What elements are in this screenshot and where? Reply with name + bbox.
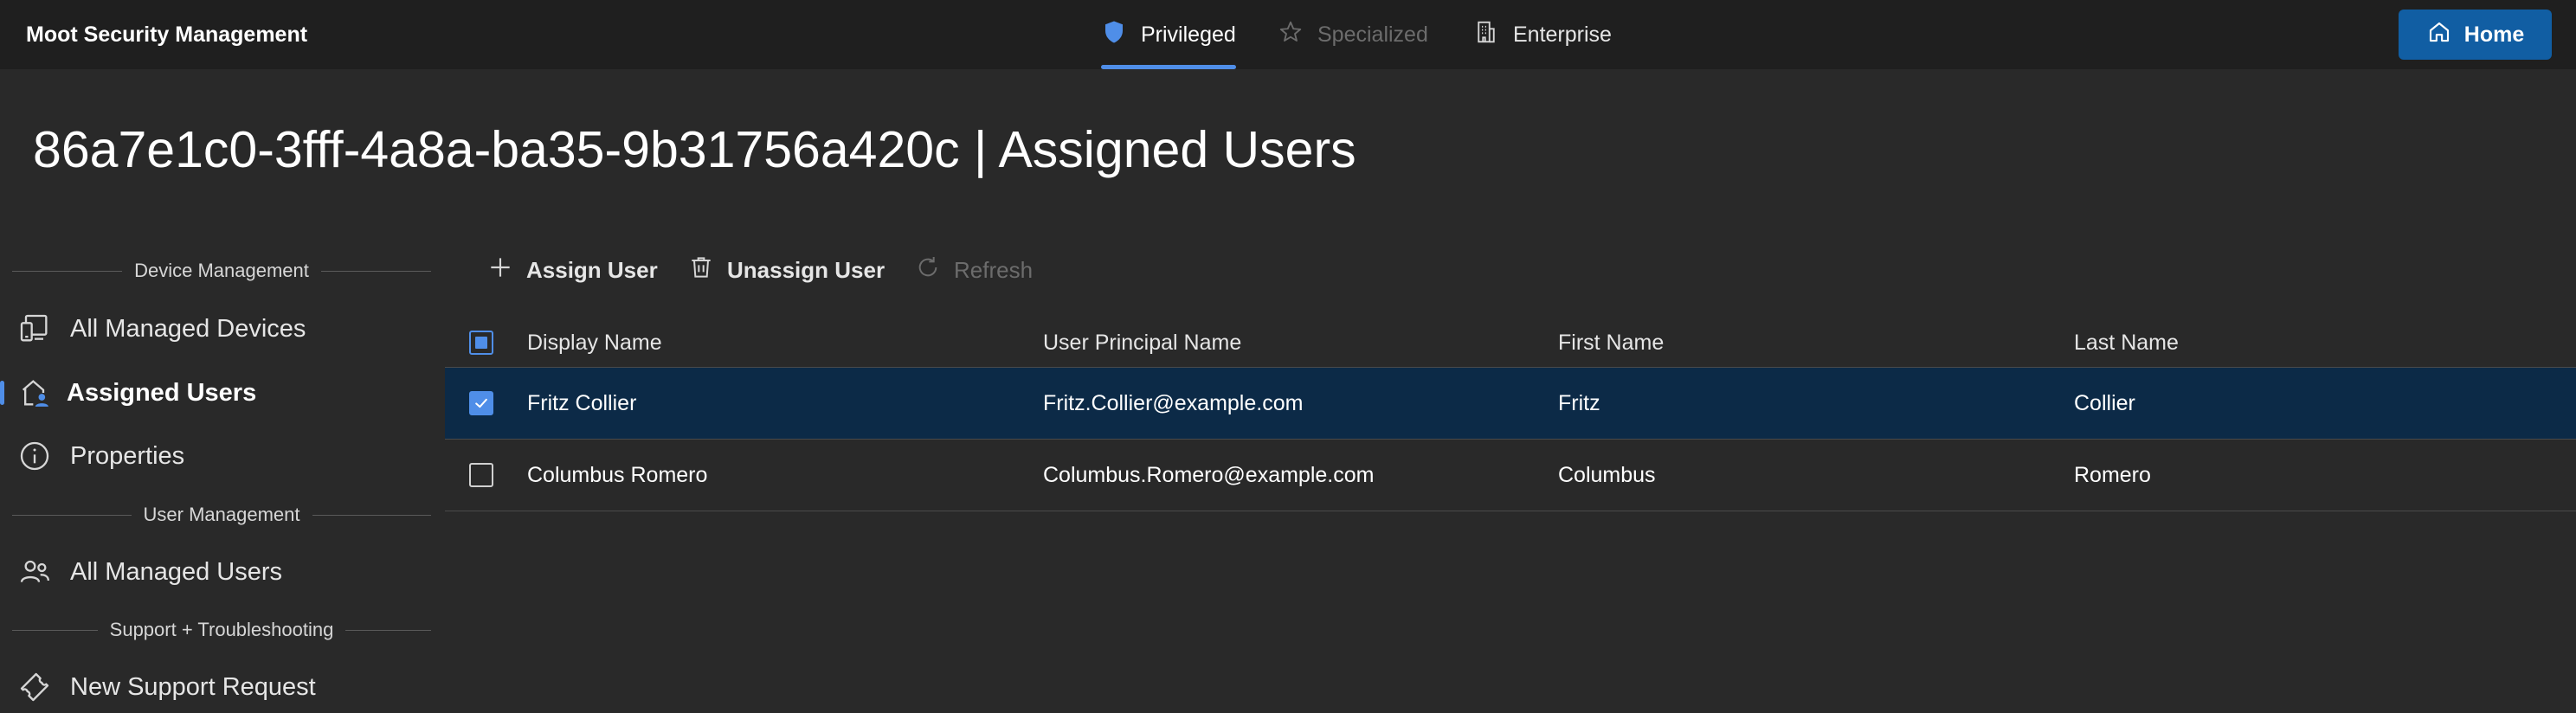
cell-user-principal-name: Columbus.Romero@example.com	[1043, 462, 1375, 487]
cell-last-name: Romero	[2074, 462, 2151, 487]
table-row[interactable]: Fritz Collier Fritz.Collier@example.com …	[445, 368, 2576, 440]
refresh-label: Refresh	[954, 256, 1034, 283]
home-button-label: Home	[2463, 22, 2525, 47]
divider	[320, 270, 431, 272]
checkmark-icon	[475, 398, 487, 408]
select-all-checkbox[interactable]	[469, 331, 493, 355]
home-person-icon	[17, 376, 52, 410]
divider	[12, 270, 123, 272]
divider	[12, 629, 98, 631]
sidebar-item-label: All Managed Devices	[70, 314, 306, 343]
page-title: 86a7e1c0-3fff-4a8a-ba35-9b31756a420c | A…	[33, 121, 1356, 178]
row-checkbox[interactable]	[469, 391, 493, 415]
row-checkbox[interactable]	[469, 463, 493, 487]
sidebar-item-label: All Managed Users	[70, 557, 282, 586]
sidebar-item-assigned-users[interactable]: Assigned Users	[0, 367, 441, 419]
refresh-icon	[914, 254, 942, 287]
divider	[345, 629, 431, 631]
sidebar-item-all-managed-devices[interactable]: All Managed Devices	[0, 303, 441, 355]
column-header-first-name[interactable]: First Name	[1558, 318, 1664, 367]
unassign-user-button[interactable]: Unassign User	[687, 251, 885, 289]
column-header-last-name[interactable]: Last Name	[2074, 318, 2179, 367]
tab-specialized[interactable]: Specialized	[1278, 0, 1428, 69]
top-bar: Moot Security Management Privileged Spec…	[0, 0, 2576, 69]
shield-icon	[1101, 19, 1127, 51]
add-icon	[486, 254, 514, 287]
sidebar-item-label: New Support Request	[70, 672, 316, 701]
tab-label: Specialized	[1317, 22, 1428, 47]
cell-display-name: Fritz Collier	[527, 390, 637, 415]
assign-user-label: Assign User	[526, 256, 658, 283]
refresh-button[interactable]: Refresh	[914, 251, 1033, 289]
cell-first-name: Fritz	[1558, 390, 1600, 415]
section-header-device-management: Device Management	[12, 258, 431, 284]
cell-last-name: Collier	[2074, 390, 2135, 415]
trash-icon	[687, 254, 715, 287]
sidebar-item-new-support-request[interactable]: New Support Request	[0, 661, 441, 713]
info-icon	[17, 439, 52, 473]
tab-privileged[interactable]: Privileged	[1101, 0, 1236, 69]
tab-enterprise[interactable]: Enterprise	[1473, 0, 1612, 69]
sidebar-item-all-managed-users[interactable]: All Managed Users	[0, 546, 441, 598]
assigned-users-table: Display Name User Principal Name First N…	[445, 318, 2576, 511]
partial-check-indicator	[475, 337, 487, 349]
tab-label: Privileged	[1141, 22, 1236, 47]
divider	[12, 514, 132, 516]
table-header: Display Name User Principal Name First N…	[445, 318, 2576, 368]
tab-label: Enterprise	[1513, 22, 1612, 47]
unassign-user-label: Unassign User	[727, 256, 886, 283]
cell-display-name: Columbus Romero	[527, 462, 708, 487]
home-icon	[2426, 19, 2452, 51]
ticket-icon	[17, 670, 52, 704]
table-row[interactable]: Columbus Romero Columbus.Romero@example.…	[445, 440, 2576, 511]
section-header-user-management: User Management	[12, 502, 432, 528]
sidebar-item-label: Assigned Users	[67, 378, 257, 407]
sidebar-item-label: Properties	[70, 441, 185, 470]
cell-user-principal-name: Fritz.Collier@example.com	[1043, 390, 1304, 415]
divider	[312, 514, 432, 516]
app-title: Moot Security Management	[26, 22, 308, 47]
cell-first-name: Columbus	[1558, 462, 1656, 487]
building-icon	[1473, 19, 1499, 51]
home-button[interactable]: Home	[2399, 10, 2552, 60]
column-header-user-principal-name[interactable]: User Principal Name	[1043, 318, 1241, 367]
assign-user-button[interactable]: Assign User	[486, 251, 658, 289]
active-tab-indicator	[1101, 65, 1236, 69]
selected-indicator	[0, 381, 4, 405]
star-icon	[1278, 19, 1304, 51]
section-header-support: Support + Troubleshooting	[12, 617, 431, 643]
people-icon	[17, 555, 52, 589]
column-header-display-name[interactable]: Display Name	[527, 318, 662, 367]
devices-icon	[17, 312, 52, 346]
sidebar-item-properties[interactable]: Properties	[0, 430, 441, 482]
